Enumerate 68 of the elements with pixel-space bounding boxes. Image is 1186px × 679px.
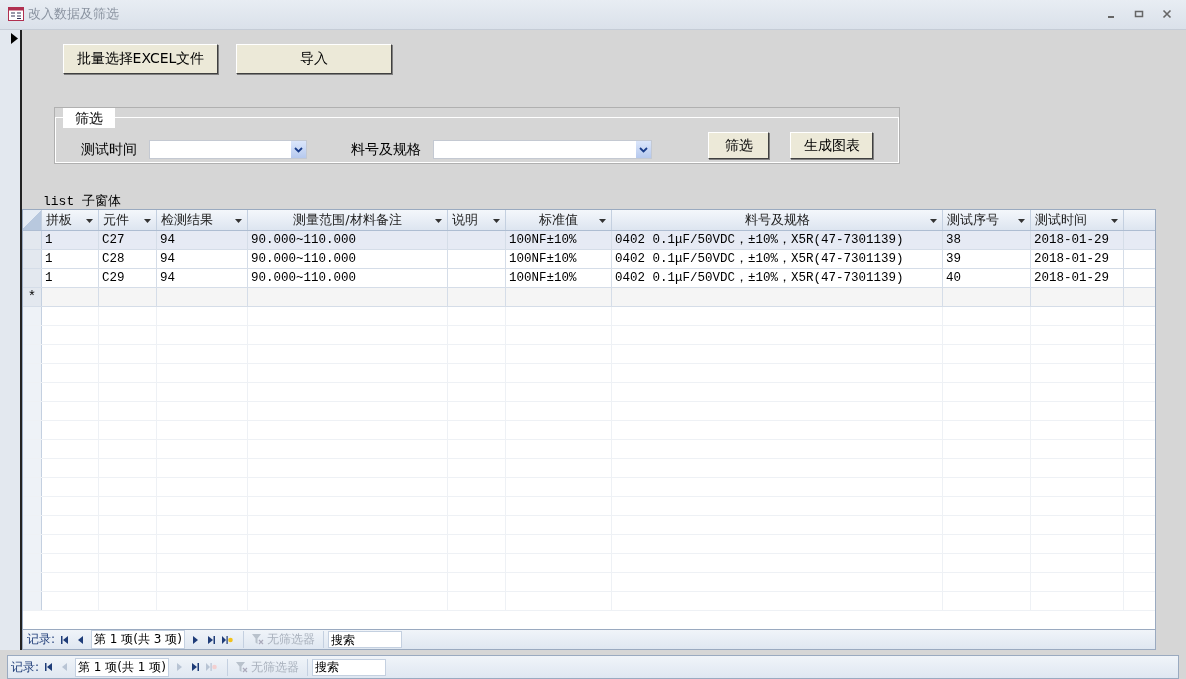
field-label: 料号及规格 (351, 140, 421, 159)
dropdown-arrow-icon[interactable] (435, 218, 442, 223)
record-label: 记录: (27, 631, 56, 649)
table-cell: 90.000~110.000 (251, 251, 357, 266)
table-cell: 94 (160, 270, 175, 285)
column-header[interactable]: 说明 (448, 209, 506, 230)
column-header[interactable]: 料号及规格 (612, 209, 943, 230)
table-cell: 1 (45, 270, 53, 285)
restore-icon[interactable] (1134, 9, 1144, 20)
window-title: 改入数据及筛选 (28, 5, 119, 24)
table-cell: 40 (946, 270, 961, 285)
table-cell: 2018-01-29 (1034, 251, 1109, 266)
record-selector[interactable] (0, 29, 22, 651)
table-cell: 100NF±10% (509, 232, 577, 247)
record-position-field[interactable]: 第 1 项(共 1 项) (75, 657, 169, 677)
column-header[interactable]: 测量范围/材料备注 (248, 209, 448, 230)
table-cell: 1 (45, 232, 53, 247)
table-cell-text: 0402 0.1μF/50VDC，±10%，X5R(47-7301139) (615, 270, 904, 287)
form-button[interactable]: 导入 (236, 43, 392, 74)
subform-label: list 子窗体 (43, 194, 122, 209)
dropdown-arrow-icon[interactable] (599, 218, 606, 223)
table-cell-text: 0402 0.1μF/50VDC，±10%，X5R(47-7301139) (615, 251, 904, 268)
current-record-icon (11, 32, 18, 44)
search-field[interactable]: 搜索 (327, 631, 402, 649)
column-header[interactable]: 测试时间 (1031, 209, 1124, 230)
dropdown-arrow-icon[interactable] (493, 218, 500, 223)
filter-button[interactable]: 生成图表 (790, 132, 873, 160)
column-header[interactable]: 元件 (99, 209, 157, 230)
dropdown-field[interactable] (433, 140, 652, 160)
table-cell: 90.000~110.000 (251, 232, 357, 247)
table-cell: 38 (946, 232, 961, 247)
search-field[interactable]: 搜索 (311, 658, 386, 676)
record-label: 记录: (11, 658, 40, 676)
group-label: 筛选 (63, 107, 115, 128)
new-record-marker: * (27, 287, 37, 306)
column-header[interactable]: 检测结果 (157, 209, 248, 230)
dropdown-arrow-icon[interactable] (235, 218, 242, 223)
column-header[interactable]: 拼板 (42, 209, 99, 230)
field-label: 测试时间 (81, 140, 137, 159)
column-header[interactable]: 标准值 (506, 209, 612, 230)
dropdown-field[interactable] (149, 140, 307, 160)
dropdown-arrow-icon[interactable] (930, 218, 937, 223)
table-cell: 2018-01-29 (1034, 232, 1109, 247)
table-cell: C28 (102, 251, 125, 266)
form-button[interactable]: 批量选择EXCEL文件 (63, 43, 218, 74)
record-position-field[interactable]: 第 1 项(共 3 项) (91, 630, 185, 650)
table-cell: 100NF±10% (509, 270, 577, 285)
table-cell: 1 (45, 251, 53, 266)
table-cell-text: 0402 0.1μF/50VDC，±10%，X5R(47-7301139) (615, 232, 904, 249)
table-row[interactable]: 1 C28 94 90.000~110.000 100NF±10% 0402 0.1μF/50VDC，±10%，X5R(47-7301139) 39 2018-01-29 (23, 249, 1155, 269)
dropdown-arrow-icon[interactable] (1111, 218, 1118, 223)
table-cell: 39 (946, 251, 961, 266)
table-cell: C27 (102, 232, 125, 247)
form-icon (8, 7, 24, 22)
table-cell: 100NF±10% (509, 251, 577, 266)
dropdown-arrow-icon[interactable] (144, 218, 151, 223)
dropdown-arrow-icon[interactable] (86, 218, 93, 223)
new-record-icon[interactable] (220, 634, 233, 645)
table-row[interactable]: 1 C29 94 90.000~110.000 100NF±10% 0402 0.1μF/50VDC，±10%，X5R(47-7301139) 40 2018-01-29 (23, 268, 1155, 288)
table-cell: 90.000~110.000 (251, 270, 357, 285)
table-cell: 94 (160, 232, 175, 247)
table-cell: C29 (102, 270, 125, 285)
table-cell: 2018-01-29 (1034, 270, 1109, 285)
filter-button[interactable]: 筛选 (708, 132, 769, 160)
close-icon[interactable] (1162, 9, 1172, 20)
dropdown-arrow-icon[interactable] (1018, 218, 1025, 223)
table-cell: 94 (160, 251, 175, 266)
column-header[interactable]: 测试序号 (943, 209, 1031, 230)
